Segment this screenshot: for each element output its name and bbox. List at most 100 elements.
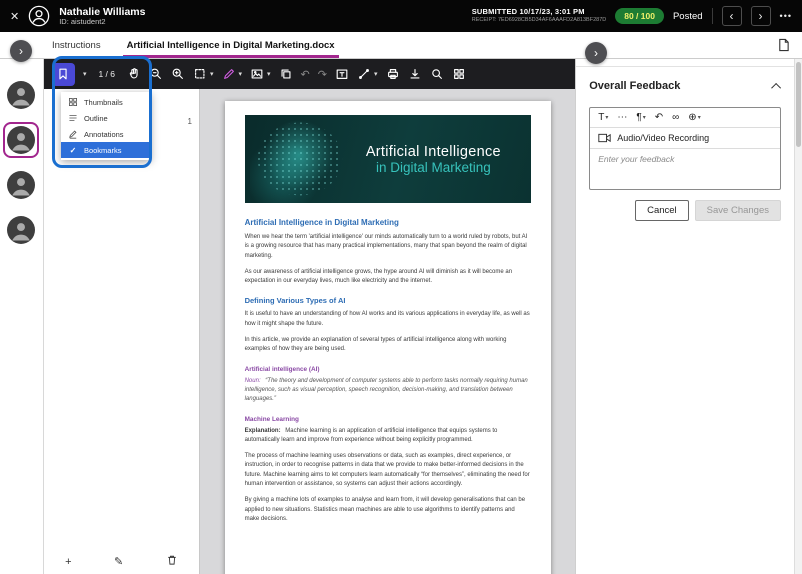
- redo-icon[interactable]: ↷: [318, 68, 327, 81]
- text-style-icon: T: [598, 112, 604, 123]
- editor-undo-icon[interactable]: ↶: [655, 112, 663, 123]
- editor-toolbar: T ▾ ⋯ ¶ ▾ ↶ ∞ ⊕ ▾: [590, 108, 780, 128]
- banner-title-line2: in Digital Marketing: [376, 160, 491, 175]
- doc-paragraph: When we hear the term 'artificial intell…: [245, 233, 531, 261]
- more-formatting-icon[interactable]: ⋯: [617, 112, 627, 123]
- chevron-right-icon: ›: [594, 46, 598, 60]
- document-page: Artificial Intelligence in Digital Marke…: [225, 101, 551, 574]
- bookmark-panel-button[interactable]: [52, 63, 75, 86]
- avatar: [7, 171, 35, 199]
- rail-student-3[interactable]: [3, 167, 39, 203]
- collapse-feedback-panel-button[interactable]: ›: [585, 42, 607, 64]
- more-options-icon[interactable]: •••: [780, 11, 792, 21]
- feedback-buttons: Cancel Save Changes: [589, 200, 781, 221]
- grader-app: ✕ Nathalie Williams ID: aistudent2 SUBMI…: [0, 0, 802, 574]
- paragraph-style-button[interactable]: ¶ ▾: [636, 112, 645, 123]
- bookmark-icon: [56, 67, 70, 81]
- doc-paragraph: Explanation: Machine learning is an appl…: [245, 427, 531, 446]
- insert-content-button[interactable]: ⊕ ▾: [688, 112, 700, 123]
- thumbnails-panel: 1 + ✎: [44, 89, 200, 574]
- audio-video-recording-button[interactable]: Audio/Video Recording: [590, 128, 780, 149]
- zoom-out-icon[interactable]: [149, 67, 163, 81]
- panel-view-menu: Thumbnails Outline Annotations ✓ Boo: [61, 92, 151, 160]
- document-viewer: ▾ 1 / 6 ▾: [44, 59, 575, 574]
- doc-definition: Noun: “The theory and development of com…: [245, 377, 531, 405]
- feedback-editor: T ▾ ⋯ ¶ ▾ ↶ ∞ ⊕ ▾: [589, 107, 781, 190]
- rail-student-1[interactable]: [3, 77, 39, 113]
- submission-info: SUBMITTED 10/17/23, 3:01 PM RECEIPT: 7ED…: [472, 7, 607, 25]
- undo-icon[interactable]: ↶: [301, 68, 310, 81]
- collapse-left-panel-button[interactable]: ›: [10, 40, 32, 62]
- grade-status: Posted: [673, 11, 703, 22]
- insert-link-icon[interactable]: ∞: [672, 112, 679, 123]
- rail-student-2-selected[interactable]: [3, 122, 39, 158]
- submitted-timestamp: SUBMITTED 10/17/23, 3:01 PM: [472, 7, 607, 17]
- search-icon[interactable]: [430, 67, 444, 81]
- download-icon[interactable]: [408, 67, 422, 81]
- feedback-title: Overall Feedback: [589, 80, 680, 92]
- pan-tool-icon[interactable]: [127, 67, 141, 81]
- close-icon[interactable]: ✕: [10, 10, 19, 23]
- grid-view-icon[interactable]: [452, 67, 466, 81]
- menu-item-label: Bookmarks: [84, 146, 122, 155]
- student-avatar-rail: [0, 59, 44, 574]
- text-annotation-icon[interactable]: [335, 67, 349, 81]
- line-tool-icon[interactable]: [357, 67, 371, 81]
- add-bookmark-icon[interactable]: +: [65, 556, 71, 568]
- plus-circle-icon: ⊕: [688, 112, 696, 123]
- feedback-input[interactable]: [590, 149, 780, 189]
- check-icon: ✓: [68, 146, 78, 155]
- thumbnails-icon: [68, 97, 78, 107]
- menu-item-label: Thumbnails: [84, 98, 123, 107]
- explanation-text: Machine learning is an application of ar…: [245, 428, 498, 443]
- grade-pill[interactable]: 80 / 100: [615, 8, 664, 24]
- stamp-dropdown-chevron-icon[interactable]: ▾: [267, 70, 271, 78]
- collapse-feedback-chevron-icon[interactable]: [771, 82, 781, 92]
- save-changes-button[interactable]: Save Changes: [695, 200, 781, 221]
- person-outline-icon: [28, 5, 50, 27]
- print-icon[interactable]: [386, 67, 400, 81]
- next-student-button[interactable]: ›: [751, 6, 771, 26]
- chevron-down-icon: ▾: [698, 114, 701, 121]
- tab-document[interactable]: Artificial Intelligence in Digital Marke…: [127, 32, 335, 58]
- chevron-down-icon: ▾: [643, 114, 646, 121]
- student-name: Nathalie Williams: [59, 6, 145, 18]
- topbar: ✕ Nathalie Williams ID: aistudent2 SUBMI…: [0, 0, 802, 32]
- previous-student-button[interactable]: ‹: [722, 6, 742, 26]
- scrollbar-thumb[interactable]: [796, 62, 801, 147]
- menu-item-thumbnails[interactable]: Thumbnails: [61, 94, 151, 110]
- feedback-panel: Overall Feedback T ▾ ⋯ ¶ ▾ ↶ ∞: [575, 59, 794, 574]
- tab-instructions[interactable]: Instructions: [52, 32, 101, 58]
- submission-tabbar: Instructions Artificial Intelligence in …: [0, 32, 802, 59]
- line-dropdown-chevron-icon[interactable]: ▾: [374, 70, 378, 78]
- student-id: ID: aistudent2: [59, 18, 145, 27]
- document-canvas[interactable]: Artificial Intelligence in Digital Marke…: [200, 89, 575, 574]
- pen-tool-icon[interactable]: [222, 67, 236, 81]
- vertical-scrollbar[interactable]: [794, 59, 802, 574]
- avatar: [7, 216, 35, 244]
- menu-item-bookmarks[interactable]: ✓ Bookmarks: [61, 142, 151, 158]
- rail-student-4[interactable]: [3, 212, 39, 248]
- annotations-icon: [68, 129, 78, 139]
- edit-bookmark-icon[interactable]: ✎: [114, 555, 123, 568]
- doc-paragraph: In this article, we provide an explanati…: [245, 336, 531, 355]
- topbar-right: SUBMITTED 10/17/23, 3:01 PM RECEIPT: 7ED…: [472, 6, 792, 26]
- pen-dropdown-chevron-icon[interactable]: ▾: [239, 70, 243, 78]
- page-view-icon[interactable]: [777, 32, 790, 58]
- menu-item-outline[interactable]: Outline: [61, 110, 151, 126]
- copy-pages-icon[interactable]: [279, 67, 293, 81]
- student-avatar: [28, 5, 50, 27]
- marquee-select-icon[interactable]: [193, 67, 207, 81]
- text-style-button[interactable]: T ▾: [598, 112, 608, 123]
- feedback-header: Overall Feedback: [589, 80, 781, 92]
- avatar: [7, 126, 35, 154]
- select-dropdown-chevron-icon[interactable]: ▾: [210, 70, 214, 78]
- image-stamp-icon[interactable]: [250, 67, 264, 81]
- delete-bookmark-icon[interactable]: [166, 554, 178, 569]
- bookmark-dropdown-chevron-icon[interactable]: ▾: [83, 70, 87, 78]
- menu-item-annotations[interactable]: Annotations: [61, 126, 151, 142]
- cancel-button[interactable]: Cancel: [635, 200, 689, 221]
- pilcrow-icon: ¶: [636, 112, 641, 123]
- zoom-in-icon[interactable]: [171, 67, 185, 81]
- noun-label: Noun:: [245, 378, 261, 384]
